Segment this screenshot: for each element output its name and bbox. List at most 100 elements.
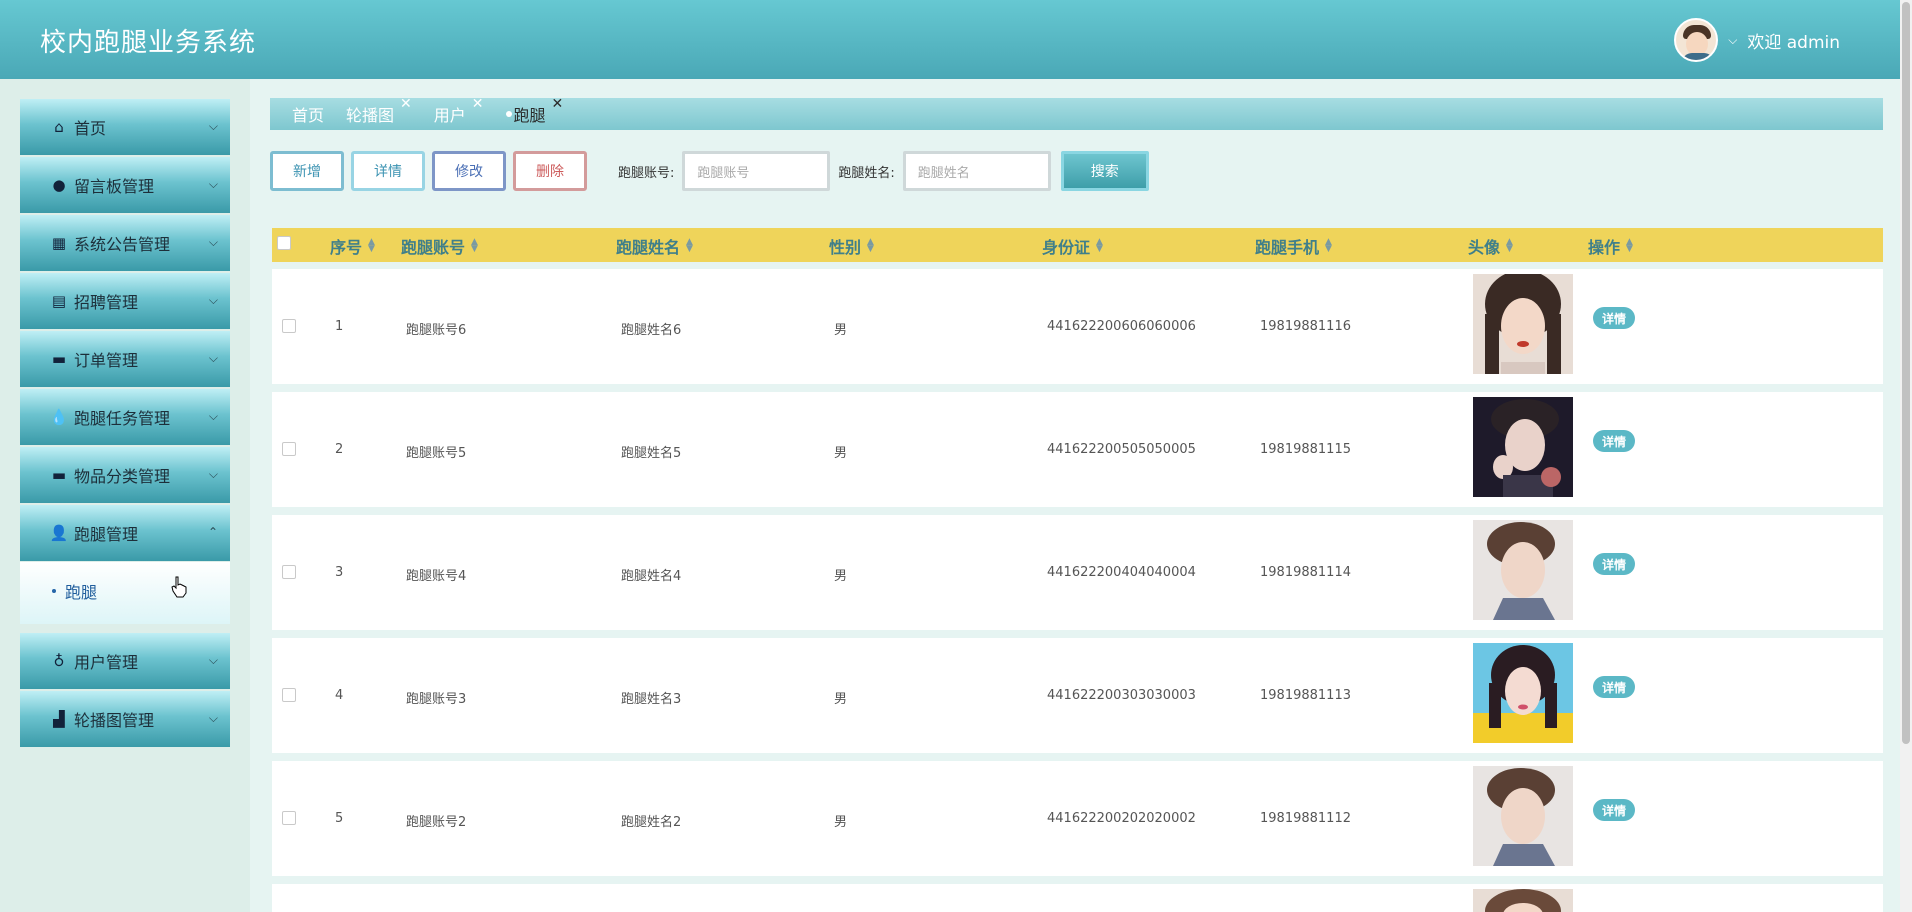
row-detail-button[interactable]: 详情 [1593, 307, 1635, 329]
column-header-id-card[interactable]: 身份证 ▲ ▼ [1042, 234, 1103, 258]
cell-no: 2 [335, 442, 344, 457]
column-header-avatar[interactable]: 头像 ▲ ▼ [1468, 234, 1513, 258]
sort-icon: ▲ ▼ [867, 237, 874, 254]
avatar[interactable] [1674, 18, 1719, 62]
detail-button[interactable]: 详情 [351, 151, 425, 191]
sidebar-item-label: 跑腿管理 [74, 525, 139, 544]
search-button[interactable]: 搜索 [1060, 151, 1149, 191]
pointer-cursor-icon [171, 576, 187, 598]
cell-no: 1 [335, 319, 344, 334]
card-icon: ▬ [51, 466, 67, 484]
active-dot-icon [505, 111, 512, 117]
sort-icon: ▲ ▼ [471, 237, 478, 254]
close-icon[interactable]: ✕ [472, 96, 484, 112]
column-header-phone[interactable]: 跑腿手机 ▲ ▼ [1255, 234, 1332, 258]
edit-button[interactable]: 修改 [432, 151, 506, 191]
submenu-item-runner[interactable]: 跑腿 [65, 579, 97, 603]
delete-button[interactable]: 删除 [513, 151, 587, 191]
sort-icon: ▲ ▼ [686, 237, 693, 254]
row-detail-button[interactable]: 详情 [1593, 553, 1635, 575]
close-icon[interactable]: ✕ [552, 96, 564, 112]
submenu-runner[interactable]: 跑腿 [20, 562, 230, 624]
tabs-bar: 首页 轮播图 ✕ 用户 ✕ 跑腿 ✕ [270, 96, 1883, 130]
chevron-up-icon: ⌃ [207, 525, 218, 539]
cell-id-card: 441622200303030003 [1047, 688, 1196, 703]
sidebar-item-label: 招聘管理 [74, 293, 139, 312]
tab-home[interactable]: 首页 [292, 102, 324, 126]
sort-icon: ▲ ▼ [1626, 237, 1633, 254]
row-detail-button[interactable]: 详情 [1593, 799, 1635, 821]
cell-phone: 19819881116 [1260, 319, 1351, 334]
chevron-down-icon: ⌵ [208, 653, 218, 667]
grid-icon: ▦ [51, 234, 67, 252]
cell-id-card: 441622200606060006 [1047, 319, 1196, 334]
cell-id-card: 441622200505050005 [1047, 442, 1196, 457]
cell-name: 跑腿姓名6 [621, 323, 682, 338]
cell-account: 跑腿账号4 [406, 569, 467, 584]
sidebar-item-carousel[interactable]: ▟ 轮播图管理 ⌵ [20, 691, 230, 747]
column-header-account[interactable]: 跑腿账号 ▲ ▼ [401, 234, 478, 258]
column-header-actions[interactable]: 操作 ▲ ▼ [1588, 234, 1633, 258]
sidebar-item-categories[interactable]: ▬ 物品分类管理 ⌵ [20, 447, 230, 503]
scrollbar-thumb[interactable] [1902, 2, 1910, 744]
table-row: 3 跑腿账号4 跑腿姓名4 男 441622200404040004 19819… [272, 515, 1883, 630]
sidebar-item-users[interactable]: ♁ 用户管理 ⌵ [20, 633, 230, 689]
name-search-input[interactable]: 跑腿姓名 [902, 151, 1051, 191]
sidebar-item-announcements[interactable]: ▦ 系统公告管理 ⌵ [20, 215, 230, 271]
row-checkbox[interactable] [282, 688, 296, 702]
sidebar-item-home[interactable]: ⌂ 首页 ⌵ [20, 99, 230, 155]
close-icon[interactable]: ✕ [400, 96, 412, 112]
cell-gender: 男 [834, 569, 848, 584]
cell-no: 5 [335, 811, 344, 826]
column-header-no[interactable]: 序号 ▲ ▼ [330, 234, 375, 258]
account-search-input[interactable]: 跑腿账号 [682, 151, 831, 191]
vertical-scrollbar[interactable] [1900, 0, 1912, 912]
add-button[interactable]: 新增 [270, 151, 344, 191]
tab-runner[interactable]: 跑腿 ✕ [505, 96, 563, 126]
cell-phone: 19819881112 [1260, 811, 1351, 826]
table-row: 4 跑腿账号3 跑腿姓名3 男 441622200303030003 19819… [272, 638, 1883, 753]
table-row: 2 跑腿账号5 跑腿姓名5 男 441622200505050005 19819… [272, 392, 1883, 507]
sort-icon: ▲ ▼ [368, 237, 375, 254]
select-all-checkbox[interactable] [277, 236, 291, 250]
chevron-down-icon: ⌵ [208, 177, 218, 191]
row-detail-button[interactable]: 详情 [1593, 430, 1635, 452]
sort-icon: ▲ ▼ [1096, 237, 1103, 254]
user-menu[interactable]: ⌵ 欢迎 admin [1674, 18, 1840, 62]
chevron-down-icon[interactable]: ⌵ [1728, 33, 1737, 48]
sidebar-item-label: 轮播图管理 [74, 711, 155, 730]
name-filter-label: 跑腿姓名: [838, 165, 895, 181]
chevron-down-icon: ⌵ [208, 467, 218, 481]
account-filter-label: 跑腿账号: [618, 165, 675, 181]
sidebar-item-recruitment[interactable]: ▤ 招聘管理 ⌵ [20, 273, 230, 329]
sidebar-item-label: 用户管理 [74, 653, 139, 672]
avatar-photo [1473, 397, 1573, 497]
tab-users[interactable]: 用户 ✕ [434, 96, 484, 126]
row-checkbox[interactable] [282, 811, 296, 825]
message-icon: ● [52, 176, 66, 194]
sidebar-item-tasks[interactable]: 💧 跑腿任务管理 ⌵ [20, 389, 230, 445]
sidebar-item-label: 订单管理 [74, 351, 139, 370]
chevron-down-icon: ⌵ [208, 293, 218, 307]
column-header-name[interactable]: 跑腿姓名 ▲ ▼ [616, 234, 693, 258]
row-checkbox[interactable] [282, 565, 296, 579]
cell-name: 跑腿姓名5 [621, 446, 682, 461]
sidebar-item-orders[interactable]: ▬ 订单管理 ⌵ [20, 331, 230, 387]
column-header-gender[interactable]: 性别 ▲ ▼ [829, 234, 874, 258]
sort-icon: ▲ ▼ [1325, 237, 1332, 254]
cell-phone: 19819881114 [1260, 565, 1351, 580]
welcome-text: 欢迎 admin [1747, 32, 1840, 53]
toolbar: 新增 详情 修改 删除 跑腿账号: 跑腿账号 跑腿姓名: 跑腿姓名 搜索 [270, 151, 1149, 191]
sidebar-item-message-board[interactable]: ● 留言板管理 ⌵ [20, 157, 230, 213]
tab-carousel[interactable]: 轮播图 ✕ [346, 96, 412, 126]
row-detail-button[interactable]: 详情 [1593, 676, 1635, 698]
cell-name: 跑腿姓名4 [621, 569, 682, 584]
cell-phone: 19819881113 [1260, 688, 1351, 703]
table-row: 5 跑腿账号2 跑腿姓名2 男 441622200202020002 19819… [272, 761, 1883, 876]
row-checkbox[interactable] [282, 319, 296, 333]
drop-icon: 💧 [49, 408, 69, 426]
row-checkbox[interactable] [282, 442, 296, 456]
image-icon: ▟ [53, 710, 65, 728]
cell-name: 跑腿姓名2 [621, 815, 682, 830]
sidebar-item-runners[interactable]: 👤 跑腿管理 ⌃ [20, 505, 230, 561]
